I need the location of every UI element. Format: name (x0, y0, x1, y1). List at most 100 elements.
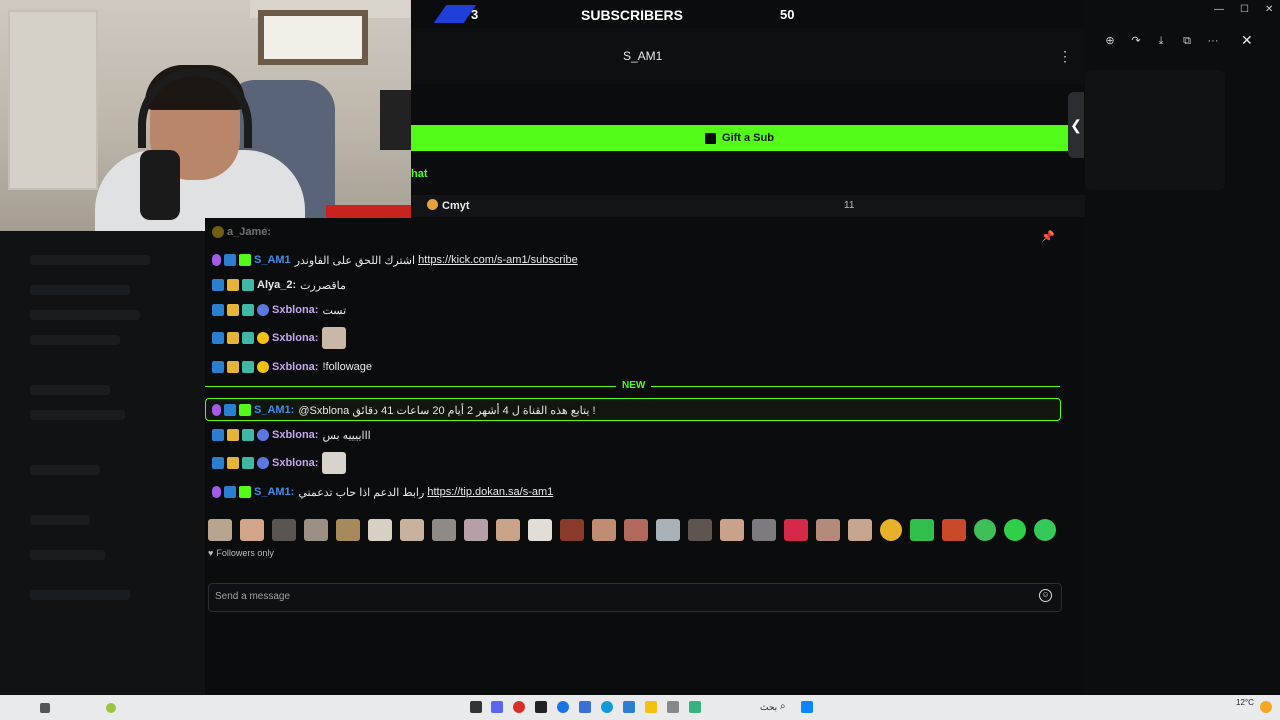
gift-sub-label: Gift a Sub (722, 132, 774, 144)
chat-text: ماقصررت (300, 279, 346, 292)
taskbar-app-icon[interactable] (470, 701, 482, 713)
gift-icon (705, 132, 717, 144)
emote-button[interactable] (336, 519, 360, 541)
taskbar-chrome-icon[interactable] (557, 701, 569, 713)
sub-badge-icon (257, 304, 269, 316)
crown-badge-icon (227, 332, 239, 344)
chat-username[interactable]: Sxblona: (272, 429, 318, 441)
emoji-picker-icon[interactable]: ☺ (1039, 589, 1052, 602)
emote-button[interactable] (1004, 519, 1026, 541)
emote-button[interactable] (624, 519, 648, 541)
window-close-icon[interactable]: ✕ (1265, 4, 1273, 15)
chat-username[interactable]: S_AM1 (254, 254, 291, 266)
minimize-icon[interactable]: — (1214, 4, 1224, 15)
emote-button[interactable] (464, 519, 488, 541)
emote-button[interactable] (974, 519, 996, 541)
emote-button[interactable] (942, 519, 966, 541)
emote-button[interactable] (848, 519, 872, 541)
moderator-badge-icon (212, 361, 224, 373)
taskbar-app-icon[interactable] (623, 701, 635, 713)
taskbar-app-icon[interactable] (667, 701, 679, 713)
background-notification-panel (1085, 70, 1225, 190)
emote-button[interactable] (752, 519, 776, 541)
emote-button[interactable] (496, 519, 520, 541)
emote-button[interactable] (560, 519, 584, 541)
gift-sub-button[interactable]: Gift a Sub (411, 125, 1068, 151)
sub-badge-icon (257, 429, 269, 441)
message-input[interactable] (208, 583, 1062, 612)
emote-button[interactable] (304, 519, 328, 541)
chat-username[interactable]: Sxblona: (272, 304, 318, 316)
taskbar-app-icon[interactable] (106, 703, 116, 713)
taskbar-search-label[interactable]: بحث (760, 702, 777, 713)
taskbar-app-icon[interactable] (535, 701, 547, 713)
subscriber-badge-icon (242, 457, 254, 469)
more-icon[interactable]: ··· (1204, 33, 1222, 49)
close-viewer-icon[interactable]: ✕ (1241, 32, 1253, 49)
emote-button[interactable] (208, 519, 232, 541)
emote-button[interactable] (528, 519, 552, 541)
chat-username[interactable]: S_AM1: (254, 404, 294, 416)
crown-badge-icon (227, 457, 239, 469)
crown-badge-icon (227, 304, 239, 316)
chat-username[interactable]: Sxblona: (272, 457, 318, 469)
moderator-badge-icon (212, 429, 224, 441)
ghost-row (30, 465, 100, 475)
moderator-badge-icon (212, 304, 224, 316)
emote-button[interactable] (816, 519, 840, 541)
taskbar-search-icon[interactable]: ⌕ (780, 701, 792, 713)
taskbar-discord-icon[interactable] (491, 701, 503, 713)
kebab-menu-icon[interactable]: ⋮ (1058, 48, 1072, 65)
emote-button[interactable] (880, 519, 902, 541)
emote-button[interactable] (432, 519, 456, 541)
chat-tab-label[interactable]: hat (411, 168, 428, 180)
chat-text: @Sxblona يتابع هذه القناة ل 4 أشهر 2 أيا… (298, 404, 596, 417)
taskbar-app-icon[interactable] (513, 701, 525, 713)
sub-badge-icon (257, 457, 269, 469)
taskbar-app-icon[interactable] (579, 701, 591, 713)
chat-username[interactable]: Alya_2: (257, 279, 296, 291)
emote-button[interactable] (592, 519, 616, 541)
emote-button[interactable] (368, 519, 392, 541)
emote-button[interactable] (400, 519, 424, 541)
chat-username[interactable]: a_Jame: (227, 226, 271, 238)
maximize-icon[interactable]: ☐ (1240, 4, 1249, 15)
open-external-icon[interactable]: ⧉ (1178, 33, 1196, 49)
taskbar-start-icon[interactable] (801, 701, 813, 713)
moderator-badge-icon (212, 332, 224, 344)
emote-button[interactable] (784, 519, 808, 541)
emote-button[interactable] (656, 519, 680, 541)
chat-message: Alya_2: ماقصررت (212, 274, 346, 296)
new-messages-label: NEW (616, 380, 652, 391)
chat-message: Sxblona: تست (212, 299, 346, 321)
broadcaster-badge-icon (212, 404, 221, 416)
download-icon[interactable]: ⤓ (1152, 33, 1170, 49)
gift-badge-icon (239, 254, 251, 266)
chat-link[interactable]: https://kick.com/s-am1/subscribe (418, 254, 578, 266)
pin-icon[interactable]: 📌 (1041, 230, 1055, 243)
chat-username[interactable]: Sxblona: (272, 332, 318, 344)
chat-username[interactable]: S_AM1: (254, 486, 294, 498)
chat-message: Sxblona: (212, 326, 347, 350)
crown-badge-icon (227, 279, 239, 291)
top-gifter-name[interactable]: Cmyt (442, 200, 470, 212)
zoom-icon[interactable]: ⊕ (1101, 33, 1119, 49)
share-icon[interactable]: ↷ (1127, 33, 1145, 49)
taskbar-edge-icon[interactable] (601, 701, 613, 713)
emote-button[interactable] (240, 519, 264, 541)
taskbar-app-icon[interactable] (689, 701, 701, 713)
emote-button[interactable] (272, 519, 296, 541)
chat-username[interactable]: Sxblona: (272, 361, 318, 373)
emote-button[interactable] (1034, 519, 1056, 541)
chat-link[interactable]: https://tip.dokan.sa/s-am1 (427, 486, 553, 498)
taskbar-volume-icon[interactable] (40, 703, 50, 713)
emote-button[interactable] (910, 519, 934, 541)
collapse-chevron-icon[interactable]: ❮ (1068, 92, 1084, 158)
emote-button[interactable] (720, 519, 744, 541)
message-input-placeholder: Send a message (215, 591, 291, 602)
channel-name: S_AM1 (623, 49, 663, 63)
taskbar-explorer-icon[interactable] (645, 701, 657, 713)
emote-button[interactable] (688, 519, 712, 541)
moderator-badge-icon (212, 457, 224, 469)
crown-badge-icon (227, 361, 239, 373)
